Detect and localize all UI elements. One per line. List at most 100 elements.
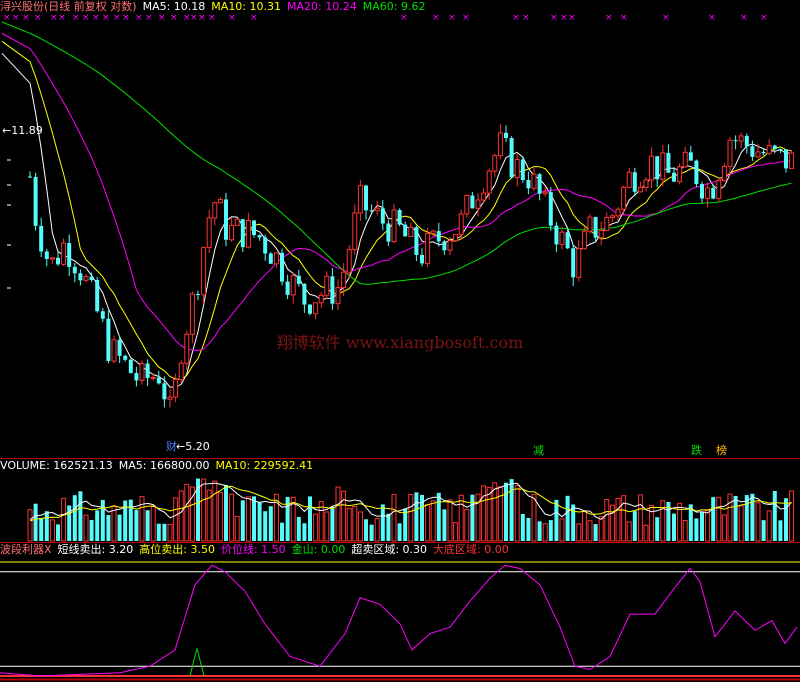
candle-body-down xyxy=(56,257,60,265)
candle-body-down xyxy=(296,275,301,284)
signal-marker: × xyxy=(512,13,520,23)
volume-bar-up xyxy=(201,478,207,542)
volume-bar-up xyxy=(766,510,772,542)
signal-marker: × xyxy=(462,13,470,23)
candle-body-up xyxy=(201,246,207,296)
candle-body-down xyxy=(380,208,385,224)
volume-bar-down xyxy=(761,520,766,541)
candle-body-down xyxy=(470,195,475,209)
volume-bar-down xyxy=(380,504,385,541)
high-price-marker: ←11.89 xyxy=(2,124,43,137)
volume-bar-up xyxy=(447,499,453,542)
watermark: 翔博软件 www.xiangbosoft.com xyxy=(277,333,524,352)
volume-bar-up xyxy=(604,499,610,542)
candle-body-down xyxy=(162,383,167,400)
volume-bar-down xyxy=(44,511,49,541)
candle-body-up xyxy=(682,151,688,168)
chart-canvas: ←11.89财 ←5.20 减跌榜翔博软件 www.xiangbosoft.com×… xyxy=(0,13,800,681)
signal-marker: × xyxy=(568,13,576,23)
signal-marker: × xyxy=(113,13,121,23)
big-bottom-value: 大底区域: 0.00 xyxy=(433,543,509,556)
candle-body-down xyxy=(761,151,766,154)
signal-marker: × xyxy=(400,13,408,23)
candle-body-up xyxy=(587,216,593,232)
candle-body-down xyxy=(733,140,738,142)
candle-body-up xyxy=(604,216,610,232)
volume-bar-down xyxy=(33,503,38,541)
signal-marker: × xyxy=(72,13,80,23)
volume-bar-down xyxy=(470,494,475,541)
volume-bar-up xyxy=(430,500,436,542)
signal-marker: × xyxy=(122,13,130,23)
volume-bar-down xyxy=(784,498,788,541)
candle-body-up xyxy=(273,252,279,265)
ma5-value: MA5: 10.18 xyxy=(142,0,206,13)
signal-marker: × xyxy=(228,13,236,23)
volume-bar-up xyxy=(167,523,173,542)
candle-body-down xyxy=(364,185,368,211)
candle-body-down xyxy=(224,199,228,240)
candle-body-up xyxy=(766,145,772,154)
candle-body-up xyxy=(643,179,649,188)
candle-body-up xyxy=(464,195,470,215)
signal-marker: × xyxy=(145,13,153,23)
candle-body-up xyxy=(475,199,481,209)
volume-ma10-value: MA10: 229592.41 xyxy=(215,459,314,472)
volume-ma5-value: MA5: 166800.00 xyxy=(118,459,210,472)
signal-marker: × xyxy=(550,13,558,23)
volume-bar-up xyxy=(492,482,498,542)
candle-body-down xyxy=(72,266,77,274)
candle-body-up xyxy=(111,339,117,362)
volume-bar-up xyxy=(453,522,459,542)
volume-bar-down xyxy=(526,517,531,541)
candle-body-down xyxy=(28,176,32,178)
candle-body-down xyxy=(711,187,716,199)
volume-bar-up xyxy=(542,523,548,542)
volume-bar-up xyxy=(637,494,643,542)
candle-body-down xyxy=(632,172,637,192)
candle-body-down xyxy=(33,176,38,226)
volume-bar-up xyxy=(615,497,621,542)
volume-bar-down xyxy=(156,523,161,541)
candle-body-up xyxy=(486,170,492,194)
signal-marker: × xyxy=(102,13,110,23)
candle-body-down xyxy=(44,251,49,260)
volume-bar-up xyxy=(212,480,218,542)
candle-body-up xyxy=(184,333,190,364)
volume-bar-up xyxy=(139,496,145,542)
volume-bar-up xyxy=(178,490,184,542)
volume-bar-up xyxy=(425,503,431,542)
volume-bar-down xyxy=(106,515,111,541)
candle-body-down xyxy=(537,174,542,194)
volume-bar-up xyxy=(755,502,761,542)
volume-bar-up xyxy=(352,506,358,542)
candle-body-up xyxy=(173,379,179,398)
candle-body-down xyxy=(386,223,391,242)
volume-bar-down xyxy=(520,514,525,541)
volume-bar-down xyxy=(134,510,139,541)
volume-bar-down xyxy=(436,492,441,541)
volume-bar-down xyxy=(414,492,419,541)
signal-marker: × xyxy=(92,13,100,23)
signal-marker: × xyxy=(620,13,628,23)
candle-body-up xyxy=(217,198,223,204)
signal-marker: × xyxy=(3,13,11,23)
volume-bar-up xyxy=(705,509,711,542)
signal-marker: × xyxy=(662,13,670,23)
volume-bar-down xyxy=(302,523,307,541)
volume-bar-up xyxy=(49,519,55,542)
high-sell-value: 高位卖出: 3.50 xyxy=(139,543,215,556)
ma60-line xyxy=(1,21,792,285)
candle-body-down xyxy=(420,254,424,264)
candle-body-up xyxy=(615,208,621,217)
candle-body-up xyxy=(245,220,251,248)
volume-bar-down xyxy=(89,519,94,541)
signal-marker: × xyxy=(198,13,206,23)
indicator-legend: 波段利器X 短线卖出: 3.20 高位卖出: 3.50 价位线: 1.50 金山: 0.… xyxy=(0,543,515,557)
volume-bar-up xyxy=(245,496,251,542)
ma20-value: MA20: 10.24 xyxy=(287,0,357,13)
signal-marker: × xyxy=(170,13,178,23)
volume-bar-down xyxy=(364,519,368,541)
volume-bar-down xyxy=(39,518,44,541)
oversold-value: 超卖区域: 0.30 xyxy=(351,543,428,556)
